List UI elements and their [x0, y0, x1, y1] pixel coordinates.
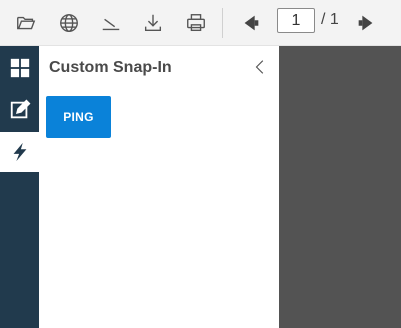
panel-title: Custom Snap-In [49, 59, 172, 76]
grid-icon[interactable] [0, 48, 39, 88]
sign-icon[interactable] [97, 9, 125, 37]
open-folder-icon[interactable] [12, 9, 40, 37]
previous-page-icon[interactable] [237, 9, 265, 37]
globe-icon[interactable] [55, 9, 83, 37]
toolbar-divider [222, 8, 223, 38]
print-icon[interactable] [182, 9, 210, 37]
document-viewer-area [279, 46, 401, 328]
snap-in-panel: Custom Snap-In PING [39, 46, 279, 328]
download-icon[interactable] [139, 9, 167, 37]
lightning-icon[interactable] [0, 132, 39, 172]
page-number-input[interactable] [277, 8, 315, 33]
next-page-icon[interactable] [352, 9, 380, 37]
edit-icon[interactable] [0, 90, 39, 130]
ping-button[interactable]: PING [46, 96, 111, 138]
left-icon-bar [0, 46, 39, 328]
page-total-label: / 1 [321, 11, 339, 28]
top-toolbar: / 1 [0, 0, 401, 46]
chevron-left-icon[interactable] [250, 55, 270, 79]
